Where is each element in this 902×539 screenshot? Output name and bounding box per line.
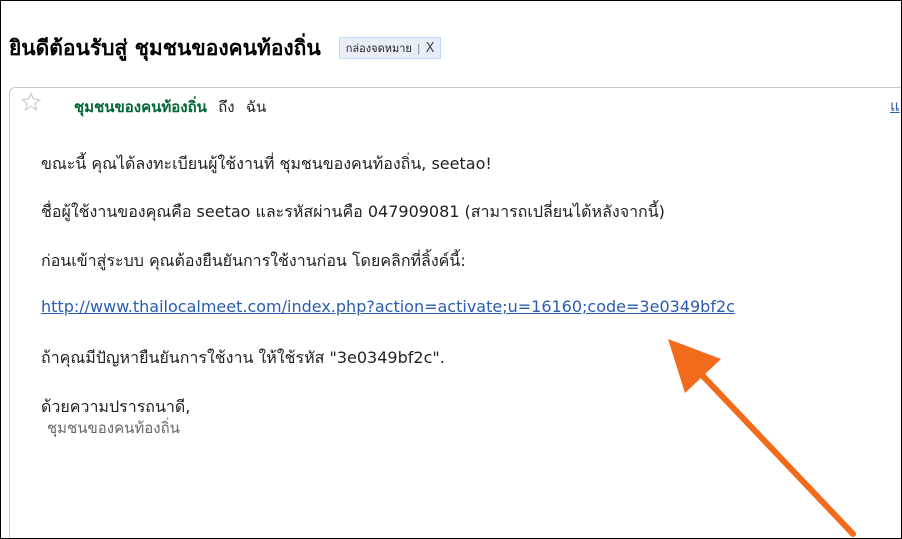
- email-subject: ยินดีต้อนรับสู่ ชุมชนของคนท้องถิ่น: [9, 35, 321, 60]
- message-header: ชุมชนของคนท้องถิ่น ถึง ฉัน แ: [10, 88, 901, 119]
- body-line-code-help: ถ้าคุณมีปัญหายืนยันการใช้งาน ให้ใช้รหัส …: [41, 348, 445, 367]
- body-line-instruction: ก่อนเข้าสู่ระบบ คุณต้องยืนยันการใช้งานก่…: [41, 251, 466, 270]
- subject-bar: ยินดีต้อนรับสู่ ชุมชนของคนท้องถิ่น กล่อง…: [9, 31, 442, 65]
- to-label: ถึง: [218, 98, 235, 116]
- star-icon[interactable]: [21, 92, 41, 112]
- header-action-link[interactable]: แ: [890, 94, 900, 118]
- sender-name[interactable]: ชุมชนของคนท้องถิ่น: [74, 98, 207, 116]
- label-separator: |: [416, 41, 421, 55]
- recipient-name: ฉัน: [245, 98, 267, 116]
- activation-link[interactable]: http://www.thailocalmeet.com/index.php?a…: [41, 297, 735, 316]
- body-line-registered: ขณะนี้ คุณได้ลงทะเบียนผู้ใช้งานที่ ชุมชน…: [41, 154, 492, 173]
- signature: ชุมชนของคนท้องถิ่น: [47, 419, 180, 437]
- inbox-label-chip[interactable]: กล่องจดหมาย | X: [338, 37, 442, 59]
- body-line-credentials: ชื่อผู้ใช้งานของคุณคือ seetao และรหัสผ่า…: [41, 202, 665, 221]
- sender-line: ชุมชนของคนท้องถิ่น ถึง ฉัน: [74, 95, 266, 119]
- message-card: ชุมชนของคนท้องถิ่น ถึง ฉัน แ ขณะนี้ คุณไ…: [9, 87, 901, 538]
- email-window: ยินดีต้อนรับสู่ ชุมชนของคนท้องถิ่น กล่อง…: [0, 0, 902, 539]
- label-name[interactable]: กล่องจดหมาย: [346, 39, 412, 57]
- remove-label-button[interactable]: X: [426, 41, 435, 56]
